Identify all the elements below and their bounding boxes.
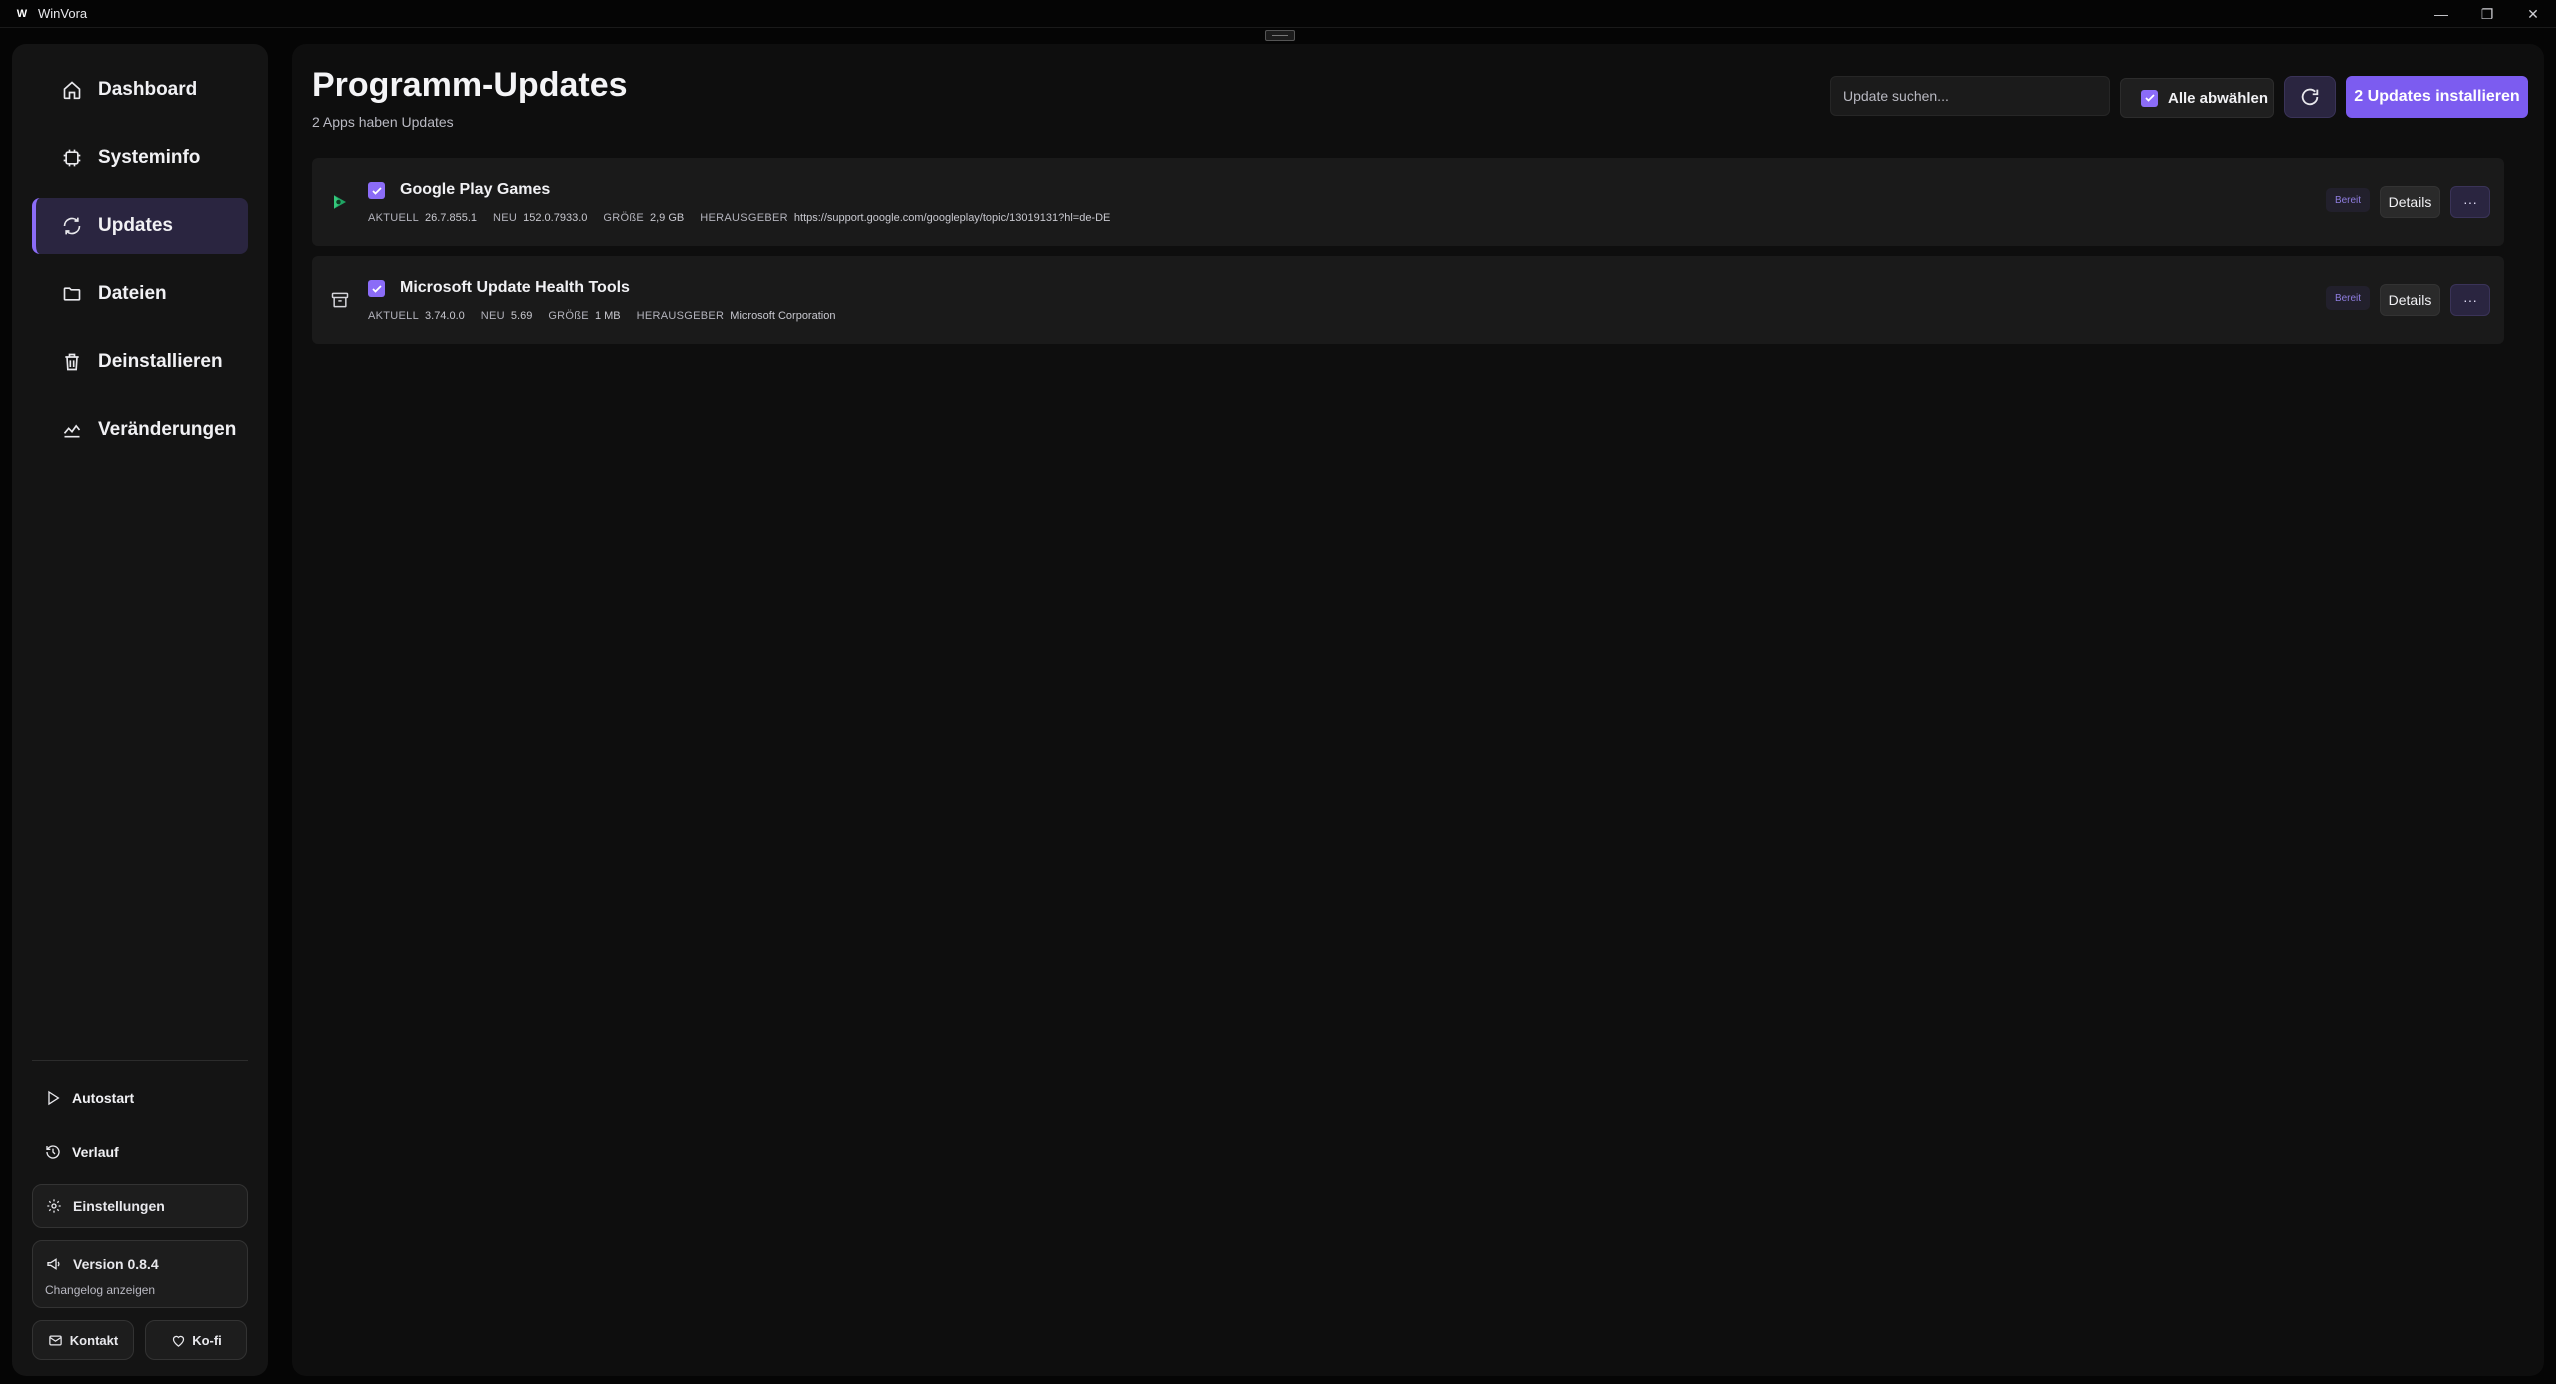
- app-logo-icon: W: [16, 7, 28, 20]
- version-row: Version 0.8.4: [45, 1255, 159, 1273]
- sidebar-item-verlauf[interactable]: Verlauf: [32, 1130, 248, 1174]
- refresh-button[interactable]: [2284, 76, 2336, 118]
- archive-box-icon: [328, 288, 352, 312]
- status-badge: Bereit: [2326, 286, 2370, 310]
- trash-icon: [60, 350, 84, 374]
- select-all-button[interactable]: Alle abwählen: [2120, 78, 2274, 118]
- settings-label: Einstellungen: [73, 1198, 165, 1214]
- contact-label: Kontakt: [69, 1332, 119, 1348]
- app-publisher: https://support.google.com/googleplay/to…: [793, 212, 1111, 224]
- autostart-label: Autostart: [72, 1090, 135, 1106]
- mail-icon: [48, 1332, 64, 1348]
- update-row-microsoft-update-health-tools: Microsoft Update Health Tools AKTUELL 3.…: [312, 256, 2504, 344]
- sidebar-item-veraenderungen[interactable]: Veränderungen: [32, 402, 248, 458]
- drag-handle[interactable]: [1265, 30, 1295, 41]
- chip-icon: [60, 146, 84, 170]
- chart-icon: [60, 418, 84, 442]
- settings-button[interactable]: Einstellungen: [32, 1184, 248, 1228]
- install-updates-button[interactable]: 2 Updates installieren: [2346, 76, 2528, 118]
- kofi-label: Ko-fi: [192, 1332, 222, 1348]
- restore-button[interactable]: ❐: [2464, 0, 2510, 28]
- google-play-games-icon: [328, 190, 352, 214]
- app-meta: AKTUELL 26.7.855.1 NEU 152.0.7933.0 GRÖß…: [368, 212, 1120, 224]
- publisher-label: HERAUSGEBER: [700, 212, 788, 224]
- page-title: Programm-Updates: [312, 66, 628, 104]
- app-name: Microsoft Update Health Tools: [400, 279, 630, 296]
- row-checkbox[interactable]: [368, 182, 385, 199]
- status-badge: Bereit: [2326, 188, 2370, 212]
- app-size: 2,9 GB: [650, 212, 685, 224]
- more-options-button[interactable]: ···: [2450, 284, 2490, 316]
- sidebar-item-label: Dateien: [98, 283, 167, 304]
- search-input[interactable]: [1830, 76, 2110, 116]
- kofi-button[interactable]: Ko-fi: [145, 1320, 247, 1360]
- details-button[interactable]: Details: [2380, 186, 2440, 218]
- sidebar-item-dashboard[interactable]: Dashboard: [32, 62, 248, 118]
- sidebar-item-label: Veränderungen: [98, 419, 237, 440]
- new-version: 5.69: [510, 310, 533, 322]
- window-title: WinVora: [38, 6, 88, 21]
- gear-icon: [45, 1197, 63, 1215]
- row-checkbox[interactable]: [368, 280, 385, 297]
- current-version: 26.7.855.1: [425, 212, 478, 224]
- sidebar-item-updates[interactable]: Updates: [32, 198, 248, 254]
- sidebar-item-label: Dashboard: [98, 79, 198, 100]
- app-name: Google Play Games: [400, 181, 551, 198]
- sidebar-item-deinstallieren[interactable]: Deinstallieren: [32, 334, 248, 390]
- size-label: GRÖßE: [548, 310, 589, 322]
- new-label: NEU: [480, 310, 505, 322]
- size-label: GRÖßE: [603, 212, 644, 224]
- sidebar-item-label: Updates: [98, 215, 173, 236]
- select-all-label: Alle abwählen: [2168, 89, 2269, 107]
- current-label: AKTUELL: [368, 310, 420, 322]
- sidebar-item-label: Deinstallieren: [98, 351, 223, 372]
- publisher-label: HERAUSGEBER: [636, 310, 725, 322]
- more-options-button[interactable]: ···: [2450, 186, 2490, 218]
- app-size: 1 MB: [594, 310, 621, 322]
- refresh-icon: [60, 214, 84, 238]
- main-panel: Programm-Updates 2 Apps haben Updates Al…: [292, 44, 2544, 1376]
- megaphone-icon: [45, 1255, 63, 1273]
- app-meta: AKTUELL 3.74.0.0 NEU 5.69 GRÖßE 1 MB HER…: [368, 310, 845, 322]
- changelog-link[interactable]: Changelog anzeigen: [45, 1283, 155, 1297]
- sidebar: Dashboard Systeminfo Updates Dateien Dei…: [12, 44, 268, 1376]
- sidebar-item-systeminfo[interactable]: Systeminfo: [32, 130, 248, 186]
- folder-icon: [60, 282, 84, 306]
- current-version: 3.74.0.0: [425, 310, 465, 322]
- refresh-icon: [2299, 86, 2321, 108]
- sidebar-divider: [32, 1060, 248, 1061]
- app-publisher: Microsoft Corporation: [730, 310, 836, 322]
- play-icon: [44, 1089, 62, 1107]
- sidebar-item-dateien[interactable]: Dateien: [32, 266, 248, 322]
- home-icon: [60, 78, 84, 102]
- new-label: NEU: [493, 212, 518, 224]
- version-label: Version 0.8.4: [73, 1256, 159, 1272]
- sidebar-item-autostart[interactable]: Autostart: [32, 1076, 248, 1120]
- checkbox-checked-icon: [2141, 89, 2158, 107]
- heart-icon: [170, 1332, 186, 1348]
- details-button[interactable]: Details: [2380, 284, 2440, 316]
- title-bar: W WinVora — ❐ ✕: [0, 0, 2556, 28]
- current-label: AKTUELL: [368, 212, 420, 224]
- sidebar-item-label: Systeminfo: [98, 147, 201, 168]
- history-icon: [44, 1143, 62, 1161]
- verlauf-label: Verlauf: [72, 1144, 119, 1160]
- page-subtitle: 2 Apps haben Updates: [312, 114, 454, 130]
- version-card[interactable]: Version 0.8.4 Changelog anzeigen: [32, 1240, 248, 1308]
- update-row-google-play-games: Google Play Games AKTUELL 26.7.855.1 NEU…: [312, 158, 2504, 246]
- close-button[interactable]: ✕: [2510, 0, 2556, 28]
- minimize-button[interactable]: —: [2418, 0, 2464, 28]
- contact-button[interactable]: Kontakt: [32, 1320, 134, 1360]
- new-version: 152.0.7933.0: [523, 212, 588, 224]
- window-controls: — ❐ ✕: [2418, 0, 2556, 28]
